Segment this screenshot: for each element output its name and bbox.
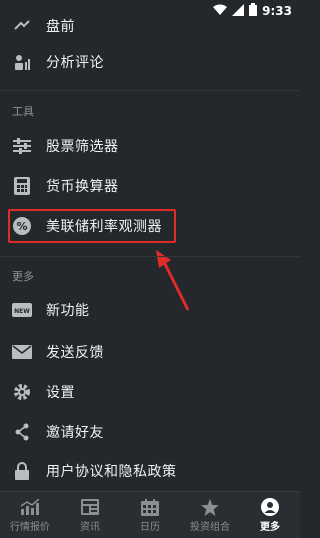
menu-item-analysis[interactable]: 分析评论 xyxy=(0,42,300,82)
tab-label: 更多 xyxy=(260,522,280,533)
news-icon xyxy=(80,498,100,516)
menu-item-invite-friends[interactable]: 邀请好友 xyxy=(0,412,300,452)
tab-quotes[interactable]: 行情报价 xyxy=(0,492,60,538)
menu-item-currency-converter[interactable]: 货币换算器 xyxy=(0,166,300,206)
star-icon xyxy=(200,498,220,516)
menu-item-label: 用户协议和隐私政策 xyxy=(46,464,177,480)
section-title-more: 更多 xyxy=(12,270,34,283)
tab-more[interactable]: 更多 xyxy=(240,492,300,538)
tab-label: 行情报价 xyxy=(10,522,50,533)
menu-item-stock-screener[interactable]: 股票筛选器 xyxy=(0,126,300,166)
tab-portfolio[interactable]: 投资组合 xyxy=(180,492,240,538)
highlight-box xyxy=(8,209,176,243)
svg-text:NEW: NEW xyxy=(14,308,30,315)
menu-item-premarket[interactable]: 盘前 xyxy=(0,6,300,46)
tab-label: 投资组合 xyxy=(190,522,230,533)
tab-label: 日历 xyxy=(140,522,160,533)
new-badge-icon: NEW xyxy=(12,300,32,320)
lock-icon xyxy=(12,461,32,481)
menu-item-send-feedback[interactable]: 发送反馈 xyxy=(0,332,300,372)
premarket-icon xyxy=(12,16,32,36)
divider xyxy=(0,256,300,257)
more-icon xyxy=(260,498,280,516)
menu-item-label: 货币换算器 xyxy=(46,179,119,195)
menu-item-label: 分析评论 xyxy=(46,55,104,71)
tab-calendar[interactable]: 日历 xyxy=(120,492,180,538)
calculator-icon xyxy=(12,176,32,196)
divider xyxy=(0,90,300,91)
menu-item-new-features[interactable]: NEW 新功能 xyxy=(0,290,300,330)
menu-item-label: 发送反馈 xyxy=(46,345,104,361)
gear-icon xyxy=(12,382,32,402)
mail-icon xyxy=(12,342,32,362)
sliders-icon xyxy=(12,136,32,156)
section-title-tools: 工具 xyxy=(12,105,34,118)
menu-item-label: 设置 xyxy=(46,385,75,401)
menu-item-label: 邀请好友 xyxy=(46,425,104,441)
tab-label: 资讯 xyxy=(80,522,100,533)
menu-item-label: 新功能 xyxy=(46,303,90,319)
menu-item-label: 股票筛选器 xyxy=(46,139,119,155)
menu-item-privacy-policy[interactable]: 用户协议和隐私政策 xyxy=(0,451,300,491)
tab-news[interactable]: 资讯 xyxy=(60,492,120,538)
share-icon xyxy=(12,422,32,442)
calendar-icon xyxy=(140,498,160,516)
chart-icon xyxy=(20,498,40,516)
menu-item-settings[interactable]: 设置 xyxy=(0,372,300,412)
analysis-icon xyxy=(12,52,32,72)
bottom-tab-bar: 行情报价 资讯 日历 投资组合 更多 xyxy=(0,491,300,538)
menu-item-label: 盘前 xyxy=(46,19,75,35)
